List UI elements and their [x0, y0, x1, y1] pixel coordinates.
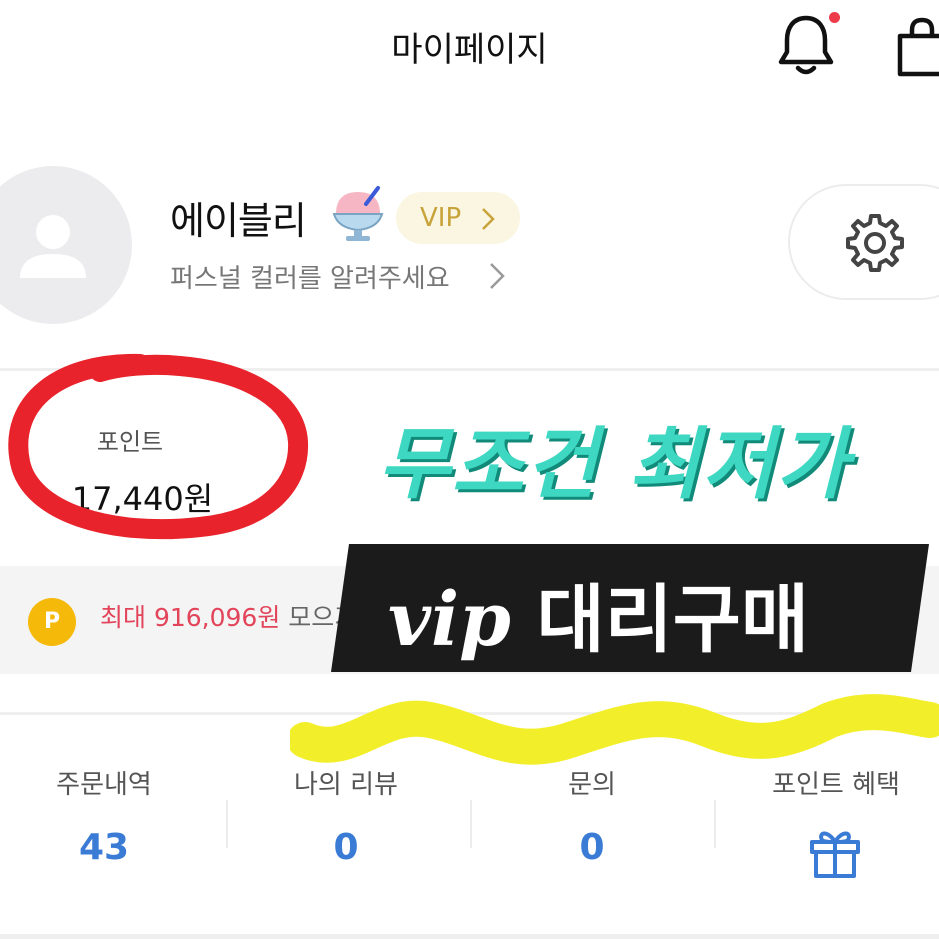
shopping-bag-icon[interactable]: [892, 14, 939, 78]
chevron-right-icon: [490, 263, 505, 289]
gear-icon: [846, 214, 904, 272]
chevron-right-icon: [482, 208, 495, 230]
stat-separator: [470, 800, 472, 848]
vip-badge-label: VIP: [420, 203, 462, 233]
banner-latin: vip: [388, 577, 511, 663]
stat-separator: [714, 800, 716, 848]
stat-value: 0: [333, 827, 359, 868]
stat-label: 포인트 혜택: [772, 770, 900, 800]
avatar[interactable]: [0, 166, 132, 324]
stat-separator: [226, 800, 228, 848]
promo-amount: 최대 916,096원: [100, 603, 281, 632]
user-icon: [20, 215, 86, 278]
headline-overlay: 무조건 최저가: [378, 420, 850, 510]
point-coin-icon: P: [28, 598, 76, 646]
banner-korean: 대리구매: [536, 577, 809, 663]
red-circle-annotation: [8, 353, 309, 540]
vip-badge[interactable]: VIP: [396, 192, 520, 244]
bottom-divider: [0, 934, 939, 939]
stat-value: 43: [78, 827, 130, 868]
banner-text: vip 대리구매: [388, 560, 809, 667]
settings-button[interactable]: [788, 184, 939, 300]
gift-icon[interactable]: [808, 826, 862, 878]
stat-point-benefits[interactable]: 포인트 혜택: [726, 764, 939, 801]
notification-dot: [829, 12, 840, 23]
stat-label: 나의 리뷰: [294, 770, 398, 800]
promo-text: 최대 916,096원 모으기: [100, 598, 357, 634]
stat-inquiries[interactable]: 문의 0: [482, 764, 702, 868]
stat-orders[interactable]: 주문내역 43: [0, 764, 214, 868]
stat-value: 0: [579, 827, 605, 868]
nickname: 에이블리: [170, 199, 307, 243]
personal-color-link[interactable]: 퍼스널 컬러를 알려주세요: [170, 258, 450, 295]
stat-label: 문의: [568, 770, 616, 800]
bell-icon[interactable]: [775, 10, 837, 76]
shaved-ice-icon: [328, 184, 388, 244]
stat-label: 주문내역: [56, 770, 152, 800]
stat-reviews[interactable]: 나의 리뷰 0: [236, 764, 456, 868]
